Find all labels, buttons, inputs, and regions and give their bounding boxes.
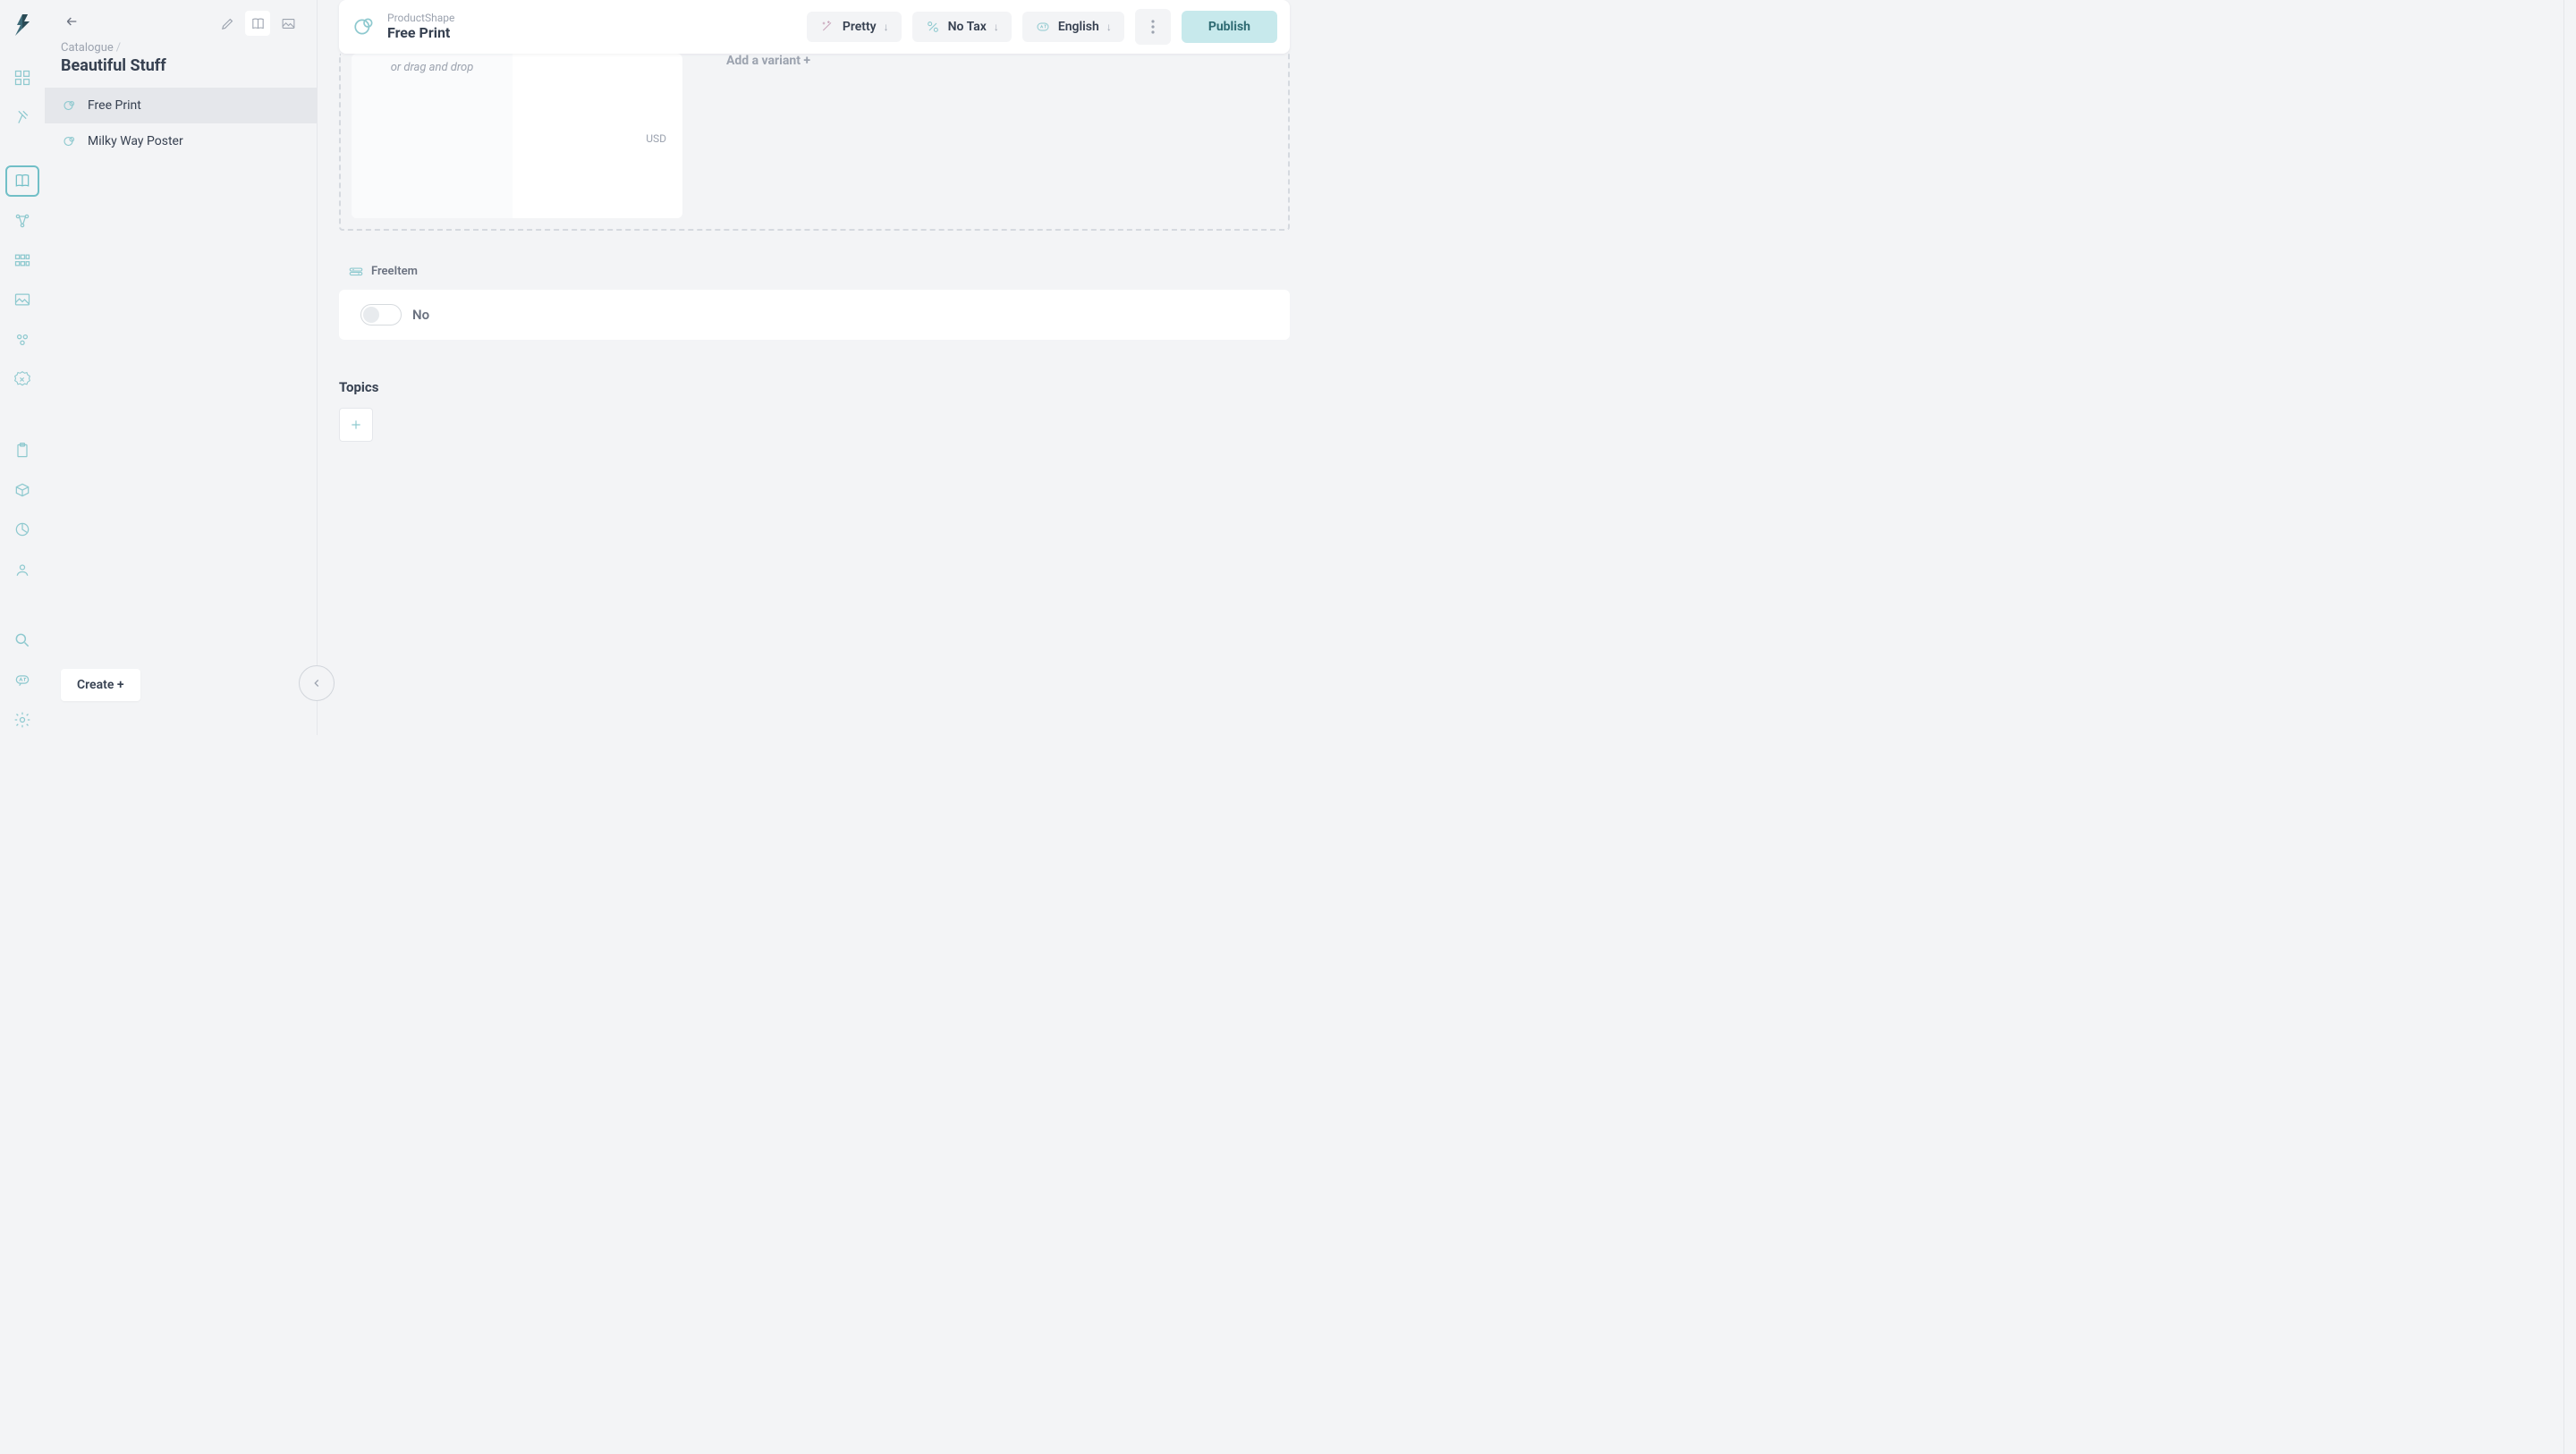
freeitem-label: FreeItem [371,265,418,278]
product-icon [61,132,79,150]
nav-grid[interactable] [5,245,39,275]
image-view-icon[interactable] [275,11,301,36]
product-item-free-print[interactable]: Free Print [45,88,317,123]
topbar: ProductShape Free Print Pretty ↓ No Tax … [339,0,1290,54]
freeitem-toggle-row: No [339,290,1290,340]
currency-label: USD [646,132,666,145]
shape-icon [352,14,377,39]
wand-icon [819,19,835,35]
edit-icon[interactable] [215,11,240,36]
language-selector[interactable]: English ↓ [1022,12,1124,42]
chevron-down-icon: ↓ [994,21,999,33]
breadcrumb-parent[interactable]: Catalogue [61,41,114,55]
image-upload-card[interactable]: or drag and drop USD [352,54,682,218]
theme-label: Pretty [843,20,877,34]
breadcrumb: Catalogue/ [45,36,317,55]
nav-badge[interactable] [5,364,39,394]
add-variant-card[interactable]: Add a variant + [697,54,840,218]
sidebar: Catalogue/ Beautiful Stuff Free Print Mi… [45,0,318,735]
nav-pin[interactable] [5,102,39,132]
nav-pie[interactable] [5,514,39,545]
back-button[interactable] [61,11,82,32]
create-button[interactable]: Create + [61,669,140,701]
freeitem-value: No [412,307,429,323]
nav-image[interactable] [5,284,39,315]
nav-box[interactable] [5,475,39,505]
nav-translate[interactable] [5,664,39,695]
variants-region: or drag and drop USD Add a variant + [339,54,1290,231]
add-variant-label: Add a variant + [726,54,810,68]
nav-clipboard[interactable] [5,435,39,465]
product-list: Free Print Milky Way Poster [45,88,317,735]
nav-dashboard[interactable] [5,63,39,93]
nav-catalogue[interactable] [5,165,39,197]
nav-settings[interactable] [5,705,39,735]
add-topic-button[interactable] [339,408,373,442]
chevron-down-icon: ↓ [884,21,889,33]
more-menu-button[interactable] [1135,9,1171,45]
chevron-down-icon: ↓ [1106,21,1112,33]
icon-rail [0,0,45,735]
scrollbar-track[interactable] [2563,0,2576,1454]
shape-label: ProductShape [387,13,454,25]
tax-label: No Tax [948,20,987,34]
logo-icon[interactable] [12,13,33,38]
product-label: Free Print [88,98,141,113]
product-icon [61,97,79,114]
tax-selector[interactable]: No Tax ↓ [912,12,1012,42]
freeitem-section-header: FreeItem [348,263,1290,279]
freeitem-toggle[interactable] [360,304,402,325]
nav-user[interactable] [5,554,39,584]
nav-search[interactable] [5,625,39,655]
nav-molecule[interactable] [5,206,39,236]
publish-button[interactable]: Publish [1182,11,1277,43]
theme-selector[interactable]: Pretty ↓ [807,12,902,42]
book-view-icon[interactable] [245,11,270,36]
main-content: ProductShape Free Print Pretty ↓ No Tax … [318,0,1302,735]
product-label: Milky Way Poster [88,134,183,148]
language-label: English [1058,20,1099,34]
topics-heading: Topics [339,379,1290,395]
dragdrop-hint: or drag and drop [391,61,474,74]
page-title: Beautiful Stuff [45,55,317,88]
item-title: Free Print [387,25,454,41]
nav-team[interactable] [5,325,39,355]
translate-icon [1035,19,1051,35]
percent-icon [925,19,941,35]
product-item-milky-way[interactable]: Milky Way Poster [45,123,317,159]
